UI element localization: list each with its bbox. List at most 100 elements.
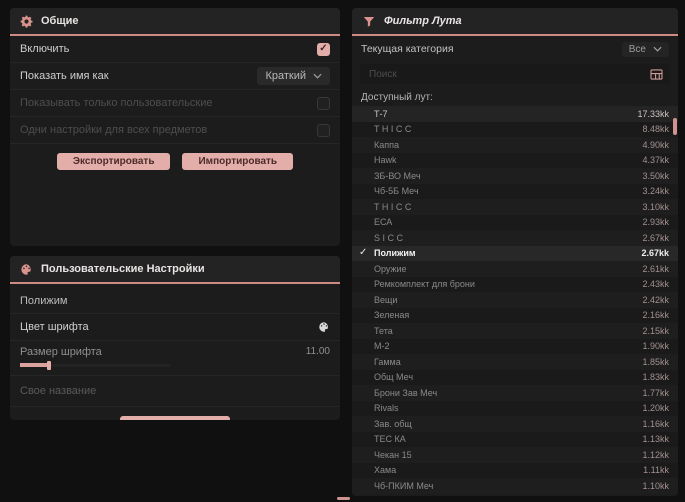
vertical-scrollbar-thumb[interactable] — [673, 118, 677, 135]
setting-row: Включить ✓ — [10, 36, 340, 63]
action-button[interactable]: Импортировать — [182, 153, 294, 170]
delete-button-row: Удалить — [10, 416, 340, 420]
loot-item-row[interactable]: Каппа 4.90kk — [352, 137, 678, 153]
panel-title: Пользовательские Настройки — [41, 263, 205, 275]
loot-item-value: 2.93kk — [642, 217, 669, 228]
loot-item-name: М-2 — [374, 341, 390, 352]
font-color-row[interactable]: Цвет шрифта — [10, 313, 340, 341]
category-row: Текущая категория Все — [352, 36, 678, 62]
loot-item-row[interactable]: T H I C C 3.10kk — [352, 199, 678, 215]
loot-item-row[interactable]: ✓ Полижим 2.67kk — [352, 245, 678, 261]
loot-item-value: 1.83kk — [642, 372, 669, 383]
loot-item-row[interactable]: S I C C 2.67kk — [352, 230, 678, 246]
loot-item-row[interactable]: T H I C C 8.48kk — [352, 121, 678, 137]
slider-handle[interactable] — [47, 361, 51, 370]
loot-list: Т-7 17.33kk T H I C C 8.48kk Каппа 4.90kk Hawk… — [352, 106, 678, 494]
loot-item-row[interactable]: Вещи 2.42kk — [352, 292, 678, 308]
font-size-row: Размер шрифта 11.00 — [10, 341, 340, 376]
setting-row: Показать имя как Краткий — [10, 63, 340, 90]
chevron-down-icon — [653, 46, 662, 52]
loot-item-name: ТЕС КА — [374, 434, 406, 445]
loot-item-row[interactable]: Hawk 4.37kk — [352, 152, 678, 168]
horizontal-scrollbar-thumb[interactable] — [337, 497, 350, 500]
loot-item-value: 2.16kk — [642, 310, 669, 321]
loot-item-value: 1.90kk — [642, 341, 669, 352]
custom-settings-header: Пользовательские Настройки — [10, 256, 340, 284]
loot-filter-header: Фильтр Лута — [352, 8, 678, 36]
loot-item-value: 2.42kk — [642, 294, 669, 305]
loot-item-name: T H I C C — [374, 124, 412, 135]
loot-item-value: 2.67kk — [642, 232, 669, 243]
general-panel-header: Общие — [10, 8, 340, 36]
gear-icon — [20, 15, 33, 28]
loot-item-row[interactable]: М-2 1.90kk — [352, 338, 678, 354]
loot-item-row[interactable]: Хама 1.11kk — [352, 462, 678, 478]
loot-item-value: 1.13kk — [642, 434, 669, 445]
loot-item-name: Хама — [374, 465, 397, 476]
dropdown-value: Краткий — [265, 70, 306, 82]
font-size-label: Размер шрифта — [20, 346, 102, 358]
checkbox — [317, 96, 330, 110]
setting-label: Показать имя как — [20, 70, 109, 82]
general-panel-body: Включить ✓ Показать имя как Краткий Показыва… — [10, 36, 340, 170]
filter-grid-icon[interactable] — [650, 68, 663, 80]
loot-item-name: Общ Меч — [374, 372, 414, 383]
loot-item-name: Гамма — [374, 356, 401, 367]
loot-item-value: 1.20kk — [642, 403, 669, 414]
loot-item-row[interactable]: Зеленая 2.16kk — [352, 307, 678, 323]
loot-item-row[interactable]: Т-7 17.33kk — [352, 106, 678, 122]
delete-button[interactable]: Удалить — [120, 416, 230, 420]
category-dropdown[interactable]: Все — [621, 41, 669, 57]
loot-item-value: 1.16kk — [642, 418, 669, 429]
loot-item-row[interactable]: Rivals 1.20kk — [352, 400, 678, 416]
panel-title: Общие — [41, 15, 79, 27]
loot-item-name: Зав. общ — [374, 418, 412, 429]
loot-item-row[interactable]: Оружие 2.61kk — [352, 261, 678, 277]
loot-filter-panel: Фильтр Лута Текущая категория Все Доступ… — [352, 8, 678, 496]
checkbox — [317, 123, 330, 137]
dropdown[interactable]: Краткий — [257, 67, 330, 85]
palette-icon[interactable] — [318, 321, 330, 333]
funnel-icon — [362, 15, 376, 28]
loot-item-value: 3.50kk — [642, 170, 669, 181]
loot-item-row[interactable]: Чб-ПКИМ Меч 1.10kk — [352, 478, 678, 494]
setting-label: Включить — [20, 43, 70, 55]
loot-item-row[interactable]: Чб-5Б Меч 3.24kk — [352, 183, 678, 199]
loot-item-row[interactable]: Гамма 1.85kk — [352, 354, 678, 370]
action-button[interactable]: Экспортировать — [56, 153, 171, 170]
loot-item-name: Тета — [374, 325, 393, 336]
loot-item-name: ЕСА — [374, 217, 393, 228]
checkbox[interactable]: ✓ — [317, 42, 330, 56]
loot-item-name: Вещи — [374, 294, 398, 305]
custom-settings-panel: Пользовательские Настройки Полижим Цвет … — [10, 256, 340, 420]
loot-item-row[interactable]: ТЕС КА 1.13kk — [352, 431, 678, 447]
general-rows: Включить ✓ Показать имя как Краткий Показыва… — [10, 36, 340, 144]
check-icon: ✓ — [359, 246, 368, 258]
setting-label: Показывать только пользовательские — [20, 97, 213, 109]
loot-item-row[interactable]: Брони Зав Меч 1.77kk — [352, 385, 678, 401]
loot-item-name: Брони Зав Меч — [374, 387, 438, 398]
loot-item-row[interactable]: Чекан 15 1.12kk — [352, 447, 678, 463]
font-color-label: Цвет шрифта — [20, 321, 89, 333]
chevron-down-icon — [313, 73, 322, 79]
loot-item-row[interactable]: Зав. общ 1.16kk — [352, 416, 678, 432]
loot-item-row[interactable]: Общ Меч 1.83kk — [352, 369, 678, 385]
loot-item-value: 2.15kk — [642, 325, 669, 336]
font-size-slider[interactable] — [20, 360, 170, 371]
loot-item-row[interactable]: ЕСА 2.93kk — [352, 214, 678, 230]
loot-item-value: 2.67kk — [641, 248, 669, 259]
loot-item-row[interactable]: ЗБ-ВО Меч 3.50kk — [352, 168, 678, 184]
palette-icon — [20, 263, 33, 276]
loot-item-row[interactable]: Тета 2.15kk — [352, 323, 678, 339]
selected-item-name: Полижим — [20, 295, 68, 307]
custom-name-input[interactable] — [20, 380, 330, 402]
loot-item-value: 1.12kk — [642, 449, 669, 460]
loot-item-value: 4.37kk — [642, 155, 669, 166]
loot-item-name: S I C C — [374, 232, 404, 243]
search-box[interactable] — [360, 64, 670, 84]
loot-item-value: 1.77kk — [642, 387, 669, 398]
loot-item-name: ЗБ-ВО Меч — [374, 170, 421, 181]
search-input[interactable] — [367, 67, 644, 81]
loot-item-row[interactable]: Ремкомплект для брони 2.43kk — [352, 276, 678, 292]
loot-item-value: 8.48kk — [642, 124, 669, 135]
